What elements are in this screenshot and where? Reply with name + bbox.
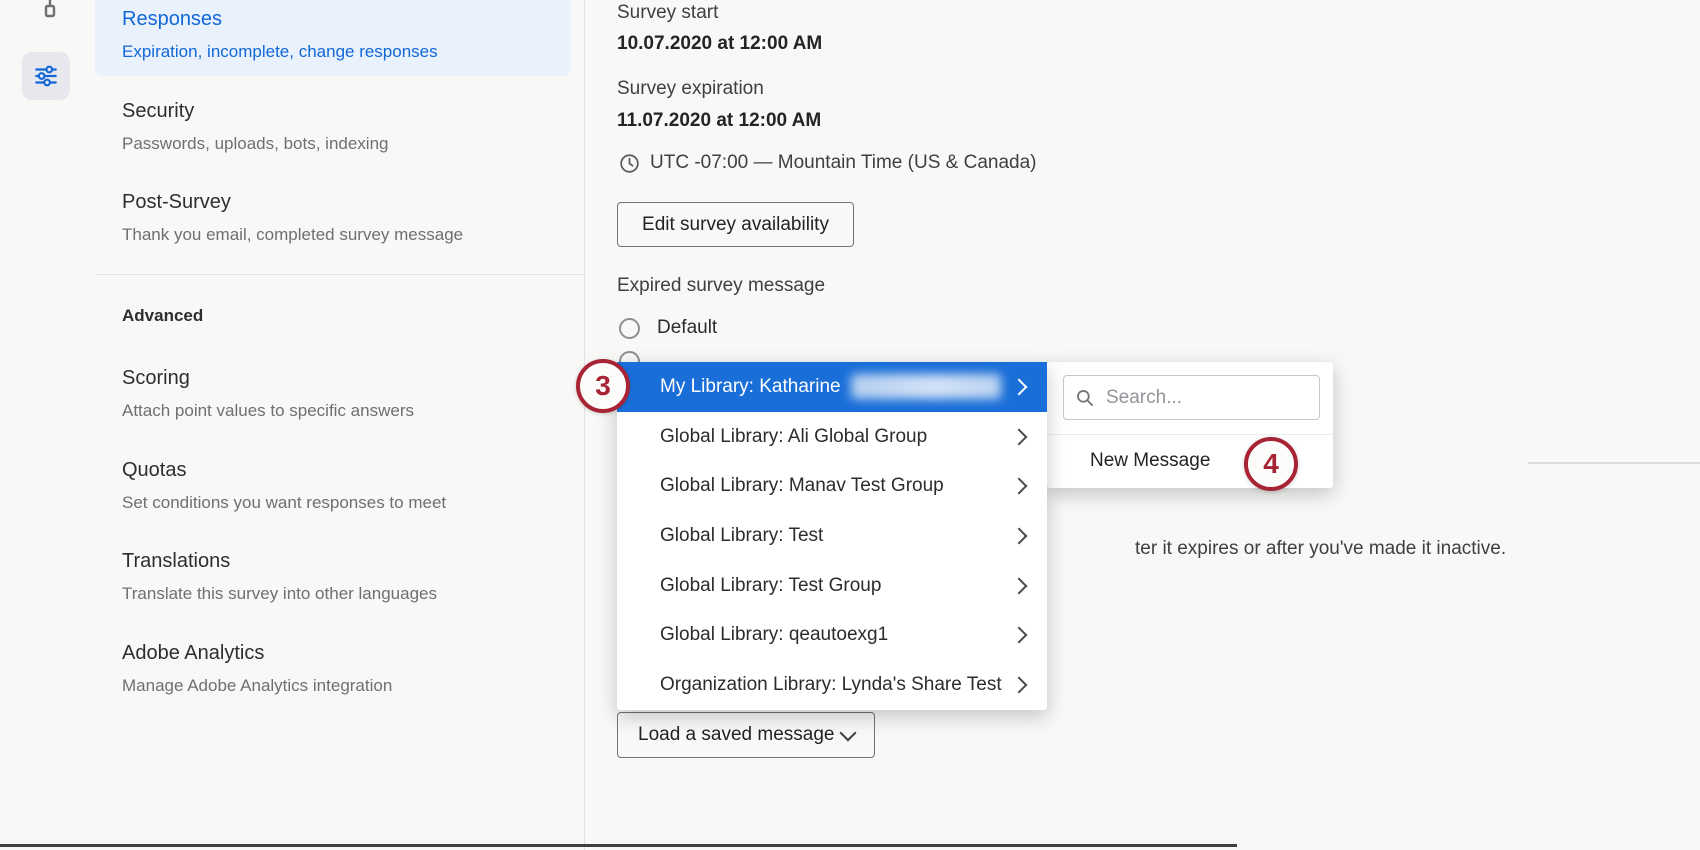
sidebar-item-subtitle: Manage Adobe Analytics integration — [122, 676, 392, 696]
sidebar-item-title: Security — [122, 100, 389, 123]
menu-item-global-ali-group[interactable]: Global Library: Ali Global Group — [617, 412, 1047, 462]
annotation-step-4-badge: 4 — [1244, 437, 1298, 491]
menu-item-my-library[interactable]: My Library: Katharine — [617, 362, 1047, 412]
chevron-right-icon — [1011, 428, 1028, 445]
default-radio-option[interactable]: Default — [619, 317, 717, 339]
timezone-text: UTC -07:00 — Mountain Time (US & Canada) — [650, 152, 1037, 174]
survey-expiration-label: Survey expiration — [617, 78, 764, 100]
sidebar-item-post-survey[interactable]: Post-Survey Thank you email, completed s… — [122, 191, 463, 245]
menu-item-global-manav-test-group[interactable]: Global Library: Manav Test Group — [617, 461, 1047, 511]
survey-options-screen: Responses Expiration, incomplete, change… — [0, 0, 1700, 850]
radio-default-label: Default — [657, 317, 717, 339]
annotation-step-3-badge: 3 — [576, 359, 630, 413]
sidebar-divider — [95, 274, 584, 275]
sidebar-item-security[interactable]: Security Passwords, uploads, bots, index… — [122, 100, 389, 154]
library-dropdown-menu: My Library: Katharine Global Library: Al… — [617, 362, 1047, 710]
survey-expiration-value: 11.07.2020 at 12:00 AM — [617, 110, 821, 132]
sidebar-item-title: Adobe Analytics — [122, 642, 392, 665]
menu-item-label: Organization Library: Lynda's Share Test — [660, 674, 1002, 696]
sidebar-item-title: Scoring — [122, 367, 414, 390]
menu-item-global-test[interactable]: Global Library: Test — [617, 511, 1047, 561]
menu-item-global-test-group[interactable]: Global Library: Test Group — [617, 561, 1047, 611]
sidebar-item-subtitle: Thank you email, completed survey messag… — [122, 225, 463, 245]
search-input[interactable] — [1104, 386, 1268, 410]
sidebar-item-translations[interactable]: Translations Translate this survey into … — [122, 550, 437, 604]
sidebar-item-subtitle: Attach point values to specific answers — [122, 401, 414, 421]
sidebar-item-responses[interactable]: Responses Expiration, incomplete, change… — [95, 0, 571, 76]
sidebar-item-title: Quotas — [122, 459, 446, 482]
menu-item-org-lynda-share-test[interactable]: Organization Library: Lynda's Share Test — [617, 660, 1047, 710]
sidebar-item-adobe-analytics[interactable]: Adobe Analytics Manage Adobe Analytics i… — [122, 642, 392, 696]
bottom-edge-line — [0, 844, 1237, 847]
menu-item-global-qeautoexg1[interactable]: Global Library: qeautoexg1 — [617, 610, 1047, 660]
sidebar-section-advanced: Advanced — [122, 306, 203, 326]
timezone-row: UTC -07:00 — Mountain Time (US & Canada) — [619, 152, 1037, 174]
clock-icon — [619, 153, 640, 174]
sidebar-item-subtitle: Passwords, uploads, bots, indexing — [122, 134, 389, 154]
sidebar-item-title: Responses — [122, 8, 571, 31]
expired-message-description-fragment: ter it expires or after you've made it i… — [1135, 538, 1506, 560]
sidebar-item-quotas[interactable]: Quotas Set conditions you want responses… — [122, 459, 446, 513]
chevron-right-icon — [1011, 676, 1028, 693]
chevron-right-icon — [1011, 478, 1028, 495]
survey-options-rail-button[interactable] — [22, 52, 70, 100]
expired-survey-message-label: Expired survey message — [617, 275, 825, 297]
chevron-down-icon — [840, 724, 857, 741]
chevron-right-icon — [1011, 527, 1028, 544]
survey-start-value: 10.07.2020 at 12:00 AM — [617, 33, 822, 55]
sidebar-item-scoring[interactable]: Scoring Attach point values to specific … — [122, 367, 414, 421]
menu-item-label: Global Library: Test Group — [660, 575, 881, 597]
menu-item-label: Global Library: Ali Global Group — [660, 426, 927, 448]
sliders-icon — [33, 63, 59, 89]
sidebar-item-title: Post-Survey — [122, 191, 463, 214]
load-saved-message-label: Load a saved message — [638, 724, 834, 746]
paint-roller-icon[interactable] — [34, 0, 66, 28]
content-divider-right — [1528, 462, 1700, 464]
sidebar-item-subtitle: Set conditions you want responses to mee… — [122, 493, 446, 513]
search-icon — [1075, 388, 1095, 408]
new-message-label: New Message — [1090, 450, 1210, 472]
redacted-name — [851, 374, 1001, 399]
sidebar-vertical-border — [584, 0, 585, 850]
radio-button — [619, 318, 640, 339]
chevron-right-icon — [1011, 577, 1028, 594]
survey-start-label: Survey start — [617, 2, 718, 24]
chevron-right-icon — [1011, 378, 1028, 395]
menu-item-label: Global Library: Manav Test Group — [660, 475, 944, 497]
menu-item-label: Global Library: Test — [660, 525, 823, 547]
load-saved-message-button[interactable]: Load a saved message — [617, 712, 875, 758]
sidebar-item-subtitle: Translate this survey into other languag… — [122, 584, 437, 604]
menu-item-label: My Library: Katharine — [660, 376, 841, 398]
sidebar-item-title: Translations — [122, 550, 437, 573]
sidebar-item-subtitle: Expiration, incomplete, change responses — [122, 42, 571, 62]
chevron-right-icon — [1011, 627, 1028, 644]
menu-item-label: Global Library: qeautoexg1 — [660, 624, 888, 646]
edit-survey-availability-button[interactable]: Edit survey availability — [617, 202, 854, 247]
search-box[interactable] — [1063, 375, 1320, 420]
paint-roller-icon-glyph — [34, 0, 66, 28]
